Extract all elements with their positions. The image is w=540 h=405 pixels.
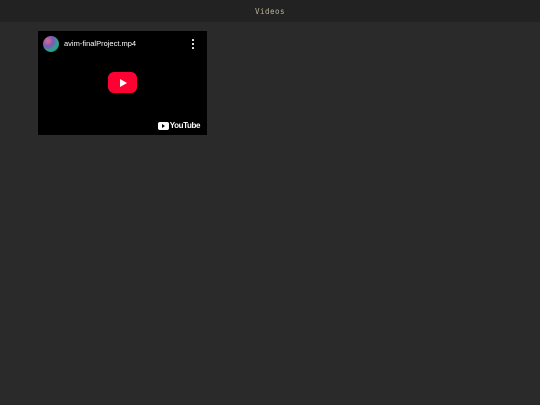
page-title: Videos (254, 6, 286, 16)
youtube-logo-text: YouTube (169, 121, 201, 130)
play-icon (120, 78, 127, 87)
youtube-logo-icon (157, 121, 169, 130)
play-button[interactable] (108, 72, 137, 93)
youtube-video-embed[interactable]: avim-finalProject.mp4 YouTube (38, 31, 207, 135)
page-header: Videos (0, 0, 540, 22)
channel-avatar-icon[interactable] (43, 36, 59, 52)
video-title-link[interactable]: avim-finalProject.mp4 (64, 39, 136, 48)
more-options-icon[interactable] (191, 39, 195, 49)
youtube-logo-link[interactable]: YouTube (157, 121, 201, 130)
